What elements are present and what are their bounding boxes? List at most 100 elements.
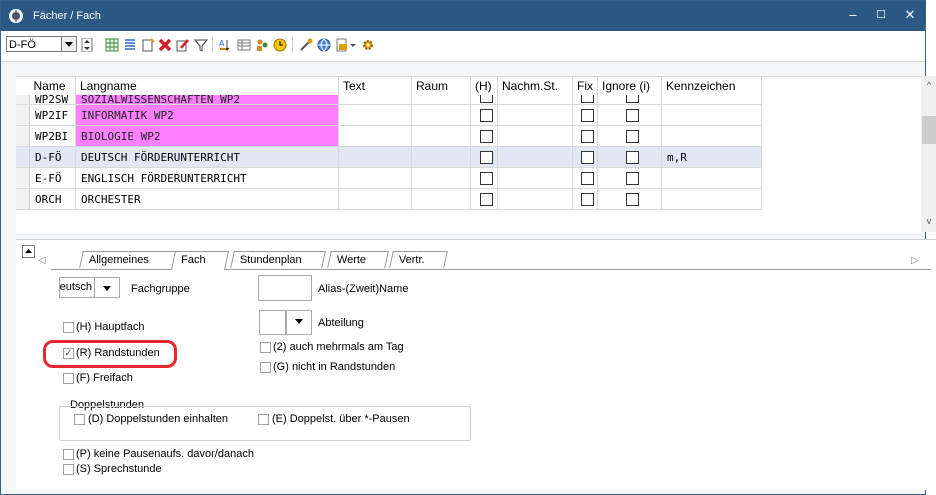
cell-nachm[interactable] bbox=[497, 167, 573, 189]
record-select[interactable]: D-FÖ bbox=[6, 36, 62, 52]
edit-icon[interactable] bbox=[176, 38, 190, 52]
cell-raum[interactable] bbox=[411, 95, 471, 105]
cell-ignore[interactable] bbox=[597, 95, 662, 105]
col-text[interactable]: Text bbox=[338, 77, 412, 95]
cell-nachm[interactable] bbox=[497, 188, 573, 210]
sort-icon[interactable]: A bbox=[219, 38, 233, 52]
cell-hauptfach[interactable] bbox=[470, 95, 498, 105]
cell-ignore[interactable] bbox=[597, 188, 662, 210]
tab-werte[interactable]: Werte bbox=[327, 251, 389, 268]
col-langname[interactable]: Langname bbox=[75, 77, 339, 95]
cell-fix[interactable] bbox=[572, 104, 598, 126]
cell-kennzeichen[interactable] bbox=[661, 188, 762, 210]
col-ignore[interactable]: Ignore (i) bbox=[597, 77, 662, 95]
hauptfach-checkbox[interactable] bbox=[480, 171, 493, 185]
cell-kennzeichen[interactable] bbox=[661, 104, 762, 126]
fix-checkbox[interactable] bbox=[581, 108, 594, 122]
cell-langname[interactable]: INFORMATIK WP2 bbox=[75, 104, 339, 126]
people-icon[interactable] bbox=[255, 38, 269, 52]
cell-text[interactable] bbox=[338, 95, 412, 105]
cell-nachm[interactable] bbox=[497, 95, 573, 105]
cell-kennzeichen[interactable]: m,R bbox=[661, 146, 762, 168]
cell-text[interactable] bbox=[338, 188, 412, 210]
minimize-button[interactable]: – bbox=[839, 5, 867, 25]
print-icon[interactable] bbox=[335, 38, 349, 52]
cell-ignore[interactable] bbox=[597, 125, 662, 147]
ignore-checkbox[interactable] bbox=[625, 129, 639, 143]
abteilung-select[interactable] bbox=[259, 310, 286, 335]
fix-checkbox[interactable] bbox=[581, 171, 594, 185]
cell-fix[interactable] bbox=[572, 188, 598, 210]
keine-pausenaufsicht-checkbox[interactable] bbox=[63, 449, 74, 460]
ignore-checkbox[interactable] bbox=[625, 192, 639, 206]
freifach-checkbox[interactable] bbox=[63, 373, 74, 384]
hauptfach-checkbox[interactable] bbox=[480, 150, 493, 164]
col-raum[interactable]: Raum bbox=[411, 77, 471, 95]
row-header[interactable] bbox=[16, 167, 30, 189]
cell-langname[interactable]: SOZIALWISSENSCHAFTEN WP2 bbox=[75, 95, 339, 105]
scroll-down-icon[interactable]: v bbox=[921, 216, 936, 226]
delete-icon[interactable] bbox=[158, 38, 172, 52]
cell-name[interactable]: ORCH bbox=[29, 188, 76, 210]
clock-icon[interactable] bbox=[273, 38, 287, 52]
settings-icon[interactable] bbox=[361, 38, 375, 52]
nicht-randstunden-checkbox[interactable] bbox=[260, 362, 271, 373]
cell-langname[interactable]: ENGLISCH FÖRDERUNTERRICHT bbox=[75, 167, 339, 189]
cell-kennzeichen[interactable] bbox=[661, 95, 762, 105]
table-row[interactable]: ORCH ORCHESTER bbox=[16, 188, 762, 210]
cell-hauptfach[interactable] bbox=[470, 146, 498, 168]
cell-langname[interactable]: DEUTSCH FÖRDERUNTERRICHT bbox=[75, 146, 339, 168]
table-row[interactable]: WP2IF INFORMATIK WP2 bbox=[16, 104, 762, 126]
tab-stundenplan[interactable]: Stundenplan bbox=[230, 251, 326, 268]
ignore-checkbox[interactable] bbox=[625, 95, 639, 103]
wand-icon[interactable] bbox=[299, 38, 313, 52]
row-header[interactable] bbox=[16, 104, 30, 126]
record-dropdown-button[interactable] bbox=[61, 36, 77, 52]
new-document-icon[interactable] bbox=[141, 38, 155, 52]
fix-checkbox[interactable] bbox=[581, 150, 594, 164]
cell-langname[interactable]: ORCHESTER bbox=[75, 188, 339, 210]
fachgruppe-select[interactable]: Deutsch bbox=[59, 277, 95, 298]
abteilung-dropdown-button[interactable] bbox=[286, 310, 312, 335]
cell-kennzeichen[interactable] bbox=[661, 125, 762, 147]
doppelst-pausen-checkbox[interactable] bbox=[258, 414, 269, 425]
cell-text[interactable] bbox=[338, 104, 412, 126]
table-icon[interactable] bbox=[237, 38, 251, 52]
filter-icon[interactable] bbox=[194, 38, 208, 52]
col-fix[interactable]: Fix bbox=[572, 77, 598, 95]
table-row[interactable]: E-FÖ ENGLISCH FÖRDERUNTERRICHT bbox=[16, 167, 762, 189]
col-nachm[interactable]: Nachm.St. bbox=[497, 77, 573, 95]
row-header[interactable] bbox=[16, 125, 30, 147]
cell-fix[interactable] bbox=[572, 125, 598, 147]
maximize-button[interactable]: ☐ bbox=[867, 5, 895, 25]
cell-fix[interactable] bbox=[572, 95, 598, 105]
cell-hauptfach[interactable] bbox=[470, 167, 498, 189]
hauptfach-checkbox[interactable] bbox=[63, 322, 74, 333]
row-header[interactable] bbox=[16, 188, 30, 210]
spin-icon[interactable] bbox=[80, 38, 94, 52]
table-row[interactable]: WP2BI BIOLOGIE WP2 bbox=[16, 125, 762, 147]
cell-nachm[interactable] bbox=[497, 146, 573, 168]
cell-hauptfach[interactable] bbox=[470, 125, 498, 147]
cell-nachm[interactable] bbox=[497, 104, 573, 126]
cell-raum[interactable] bbox=[411, 167, 471, 189]
cell-name[interactable]: WP2BI bbox=[29, 125, 76, 147]
cell-name[interactable]: WP2SW bbox=[29, 95, 76, 105]
col-hauptfach[interactable]: (H) bbox=[470, 77, 498, 95]
new-grid-icon[interactable] bbox=[105, 38, 119, 52]
alias-input[interactable] bbox=[258, 275, 312, 301]
tab-fach[interactable]: Fach bbox=[170, 251, 230, 270]
cell-text[interactable] bbox=[338, 125, 412, 147]
cell-name[interactable]: E-FÖ bbox=[29, 167, 76, 189]
cell-raum[interactable] bbox=[411, 188, 471, 210]
mehrmals-checkbox[interactable] bbox=[260, 342, 271, 353]
globe-icon[interactable] bbox=[317, 38, 331, 52]
hauptfach-checkbox[interactable] bbox=[480, 108, 493, 122]
fix-checkbox[interactable] bbox=[581, 129, 594, 143]
row-header[interactable] bbox=[16, 146, 30, 168]
cell-kennzeichen[interactable] bbox=[661, 167, 762, 189]
cell-text[interactable] bbox=[338, 146, 412, 168]
scrollbar-thumb[interactable] bbox=[922, 116, 936, 144]
cell-raum[interactable] bbox=[411, 104, 471, 126]
tab-allgemeines[interactable]: Allgemeines bbox=[79, 251, 179, 268]
